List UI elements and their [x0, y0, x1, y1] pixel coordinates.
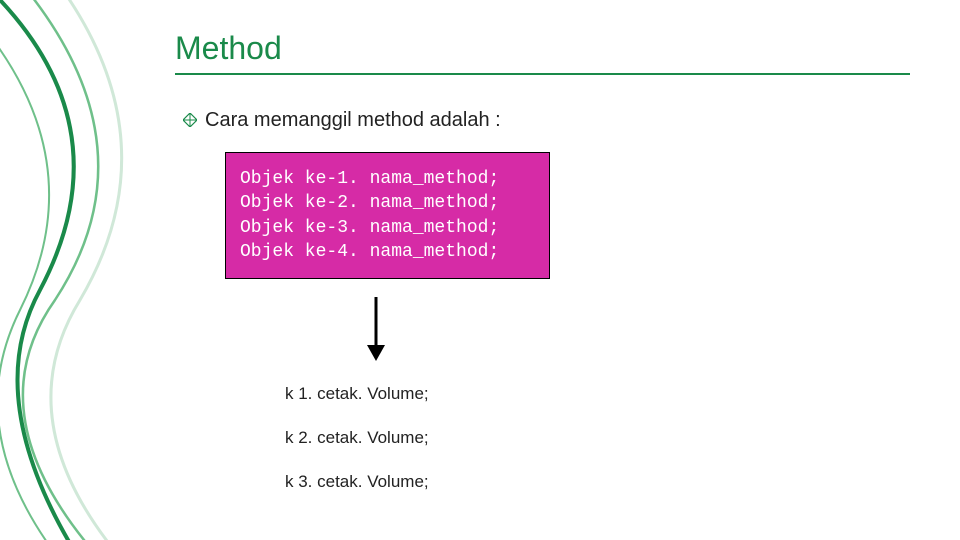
- arrow-down-icon: [365, 295, 915, 370]
- diamond-bullet-icon: [183, 113, 197, 127]
- example-line: k 1. cetak. Volume;: [285, 384, 915, 404]
- code-line: Objek ke-4. nama_method;: [240, 240, 535, 264]
- example-list: k 1. cetak. Volume; k 2. cetak. Volume; …: [285, 384, 915, 492]
- slide-title: Method: [175, 30, 915, 67]
- decorative-curves: [0, 0, 160, 540]
- bullet-row: Cara memanggil method adalah :: [183, 109, 915, 132]
- example-line: k 2. cetak. Volume;: [285, 428, 915, 448]
- code-line: Objek ke-1. nama_method;: [240, 167, 535, 191]
- title-underline: [175, 73, 910, 75]
- slide-content: Method Cara memanggil method adalah : Ob…: [175, 30, 915, 516]
- code-line: Objek ke-2. nama_method;: [240, 191, 535, 215]
- code-line: Objek ke-3. nama_method;: [240, 216, 535, 240]
- code-box: Objek ke-1. nama_method; Objek ke-2. nam…: [225, 152, 550, 279]
- bullet-text: Cara memanggil method adalah :: [205, 109, 501, 132]
- example-line: k 3. cetak. Volume;: [285, 472, 915, 492]
